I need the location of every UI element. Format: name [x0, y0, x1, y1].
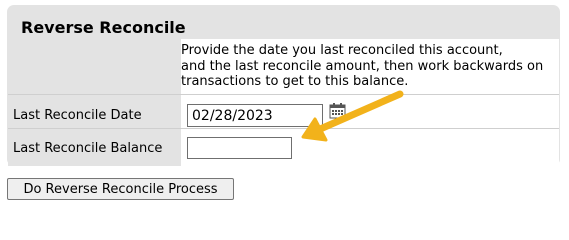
description-label-cell [8, 39, 180, 94]
panel-title: Reverse Reconcile [21, 18, 186, 37]
description-line: and the last reconcile amount, then work… [181, 58, 544, 74]
description-line: Provide the date you last reconciled thi… [181, 43, 503, 58]
last-reconcile-balance-label: Last Reconcile Balance [13, 141, 163, 156]
arrow-annotation-icon [301, 90, 404, 142]
last-reconcile-balance-input[interactable] [187, 137, 292, 159]
last-reconcile-date-label: Last Reconcile Date [13, 108, 142, 123]
form-description: Provide the date you last reconciled thi… [181, 43, 551, 90]
do-reverse-reconcile-button[interactable]: Do Reverse Reconcile Process [7, 178, 234, 200]
